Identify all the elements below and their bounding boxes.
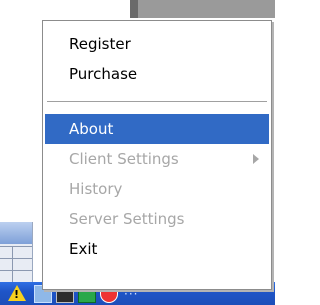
background-grid-vline: [12, 246, 13, 282]
menu-item-server-settings[interactable]: Server Settings: [45, 204, 269, 234]
menu-item-label: Client Settings: [69, 150, 179, 168]
menu-item-exit[interactable]: Exit: [45, 234, 269, 264]
background-window-header: [0, 222, 32, 244]
menu-separator: [47, 101, 267, 103]
background-grid-line: [0, 258, 32, 259]
menu-item-register[interactable]: Register: [45, 29, 269, 59]
background-grid-line: [0, 246, 32, 247]
submenu-arrow-icon: [253, 154, 259, 164]
menu-item-purchase[interactable]: Purchase: [45, 59, 269, 89]
warning-icon[interactable]: !: [8, 285, 26, 301]
context-menu: Register Purchase About Client Settings …: [42, 20, 272, 290]
menu-item-about[interactable]: About: [45, 114, 269, 144]
background-window-titlebar: [130, 0, 275, 18]
background-grid-line: [0, 270, 32, 271]
menu-item-history[interactable]: History: [45, 174, 269, 204]
menu-item-client-settings[interactable]: Client Settings: [45, 144, 269, 174]
